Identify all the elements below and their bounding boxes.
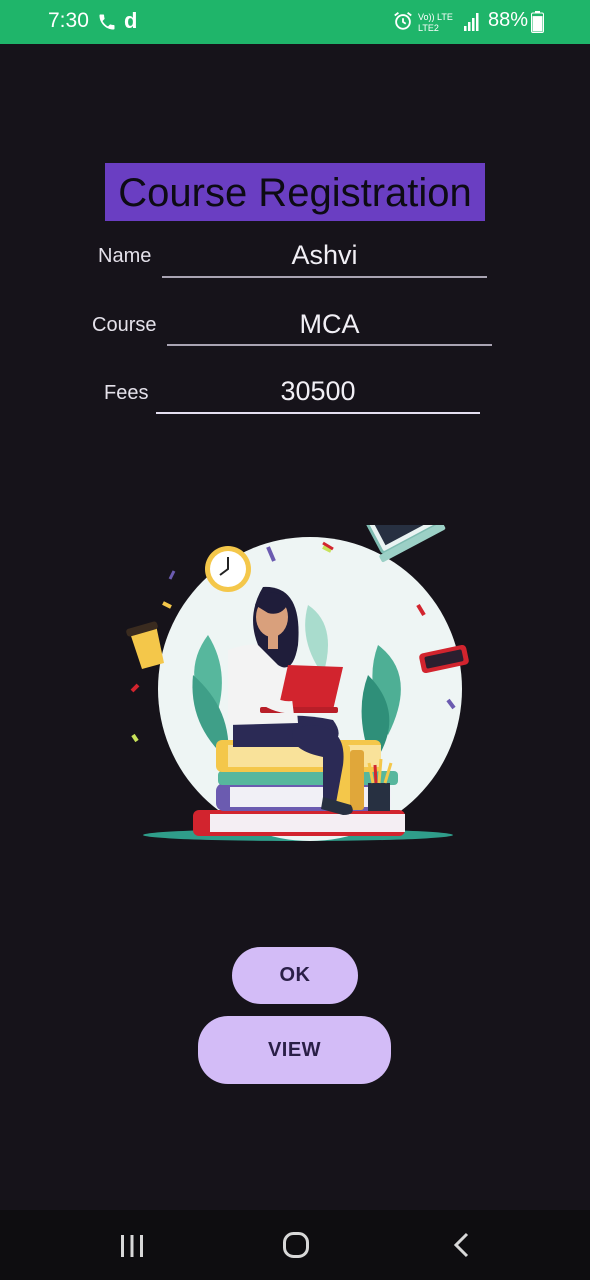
back-icon[interactable]: [449, 1231, 475, 1259]
svg-text:LTE2: LTE2: [418, 23, 439, 33]
fees-label: Fees: [104, 382, 149, 404]
course-label: Course: [92, 314, 157, 336]
svg-text:Vo)) LTE: Vo)) LTE: [418, 12, 453, 22]
status-bar: 7:30 d Vo)) LTE LTE2 88%: [0, 0, 590, 44]
alarm-icon: [394, 12, 412, 30]
student-studying-illustration: [126, 525, 469, 841]
ok-button[interactable]: OK: [232, 947, 358, 1004]
recents-icon[interactable]: [119, 1233, 145, 1259]
battery-percent: 88%: [488, 9, 529, 31]
fees-input-value[interactable]: 30500: [156, 376, 480, 407]
view-button[interactable]: VIEW: [198, 1016, 391, 1084]
course-input-underline: [167, 344, 492, 346]
phone-icon: [99, 14, 115, 30]
name-input-underline: [162, 276, 487, 278]
name-input-value[interactable]: Ashvi: [162, 240, 487, 271]
course-input-value[interactable]: MCA: [167, 309, 492, 340]
home-icon[interactable]: [282, 1231, 310, 1259]
signal-icon: Vo)) LTE LTE2: [418, 12, 479, 33]
fees-input-underline: [156, 412, 480, 414]
status-time: 7:30: [48, 9, 89, 32]
app-notification-letter: d: [124, 8, 138, 33]
page-title: Course Registration: [105, 163, 485, 221]
name-label: Name: [98, 245, 152, 267]
battery-icon: [531, 11, 544, 33]
